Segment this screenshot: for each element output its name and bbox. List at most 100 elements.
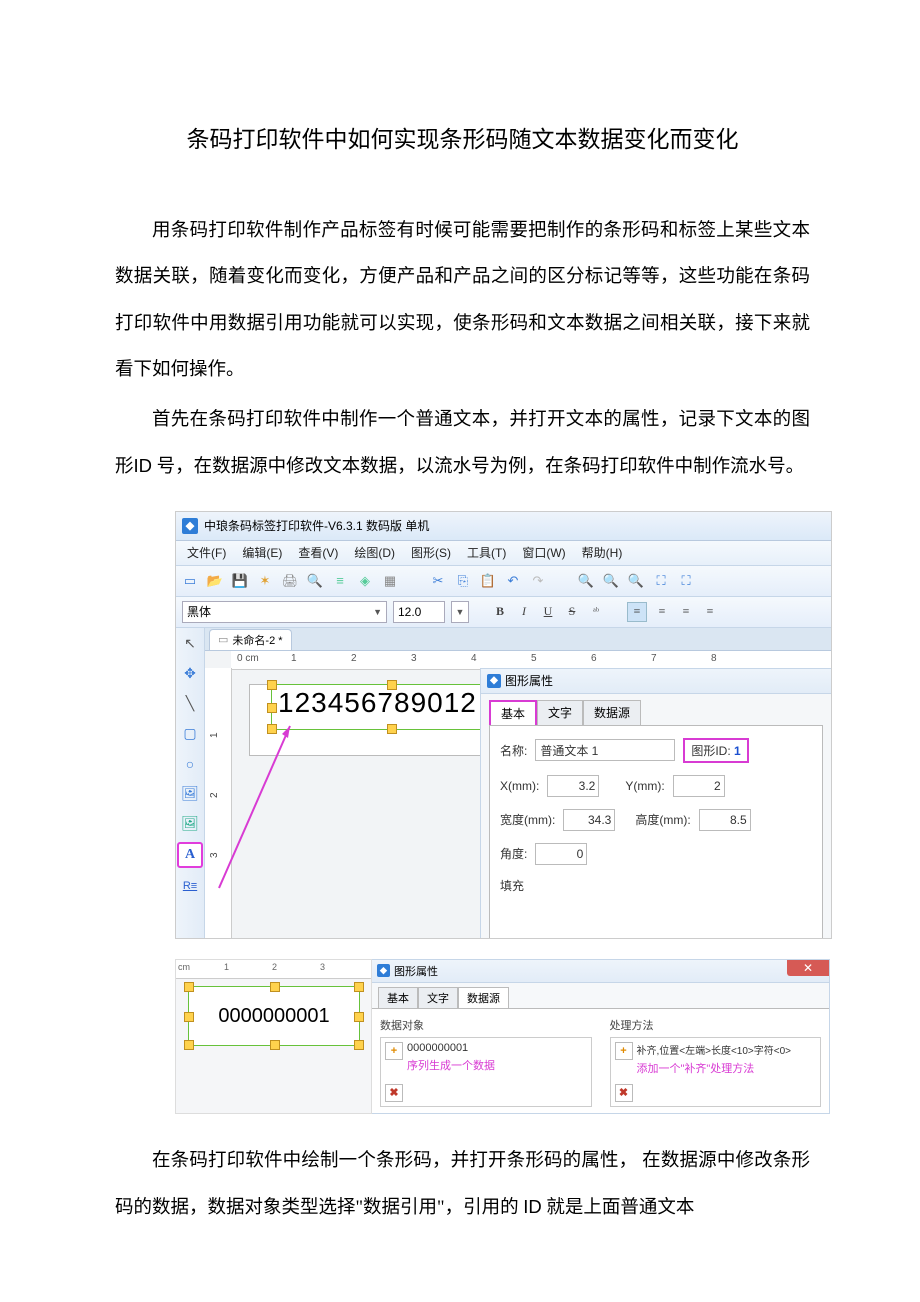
menu-file[interactable]: 文件(F): [180, 542, 233, 563]
align-right-icon[interactable]: ≡: [677, 603, 695, 621]
id-label: 图形ID:: [691, 744, 730, 758]
zoom3-icon[interactable]: 🔍: [628, 573, 644, 589]
tab-datasource[interactable]: 数据源: [583, 700, 641, 725]
data-value: 0000000001: [407, 1042, 587, 1054]
print-icon[interactable]: 🖨: [282, 573, 298, 589]
panel2-titlebar: ◆ 图形属性: [372, 960, 829, 983]
preview-icon[interactable]: 🔍: [307, 573, 323, 589]
window-title: 中琅条码标签打印软件-V6.3.1 数码版 单机: [204, 517, 429, 534]
zoom2-icon[interactable]: 🔍: [603, 573, 619, 589]
paragraph-2: 首先在条码打印软件中制作一个普通文本，并打开文本的属性，记录下文本的图形ID 号…: [115, 397, 810, 491]
add-data-button[interactable]: +: [385, 1042, 403, 1060]
x-input[interactable]: 3.2: [547, 775, 599, 797]
name-input[interactable]: 普通文本 1: [535, 739, 675, 761]
resize-handle[interactable]: [267, 680, 277, 690]
menu-window[interactable]: 窗口(W): [515, 542, 572, 563]
resize-handle[interactable]: [270, 1040, 280, 1050]
italic-icon[interactable]: I: [515, 603, 533, 621]
screenshot-app-window: ◆ 中琅条码标签打印软件-V6.3.1 数码版 单机 文件(F) 编辑(E) 查…: [175, 511, 832, 939]
resize-handle[interactable]: [387, 680, 397, 690]
ruler-2: 2: [351, 653, 357, 664]
cut-icon[interactable]: ✂: [430, 573, 446, 589]
close-button[interactable]: ✕: [787, 960, 829, 976]
selected-text-object[interactable]: 123456789012: [271, 684, 511, 730]
hand-tool-icon[interactable]: ✥: [178, 662, 202, 686]
p3-part-a: 在条码打印软件中绘制一个条形码，并打开条形码的属性， 在数据源中修改条形码的数据…: [115, 1151, 810, 1218]
resize-handle[interactable]: [354, 1040, 364, 1050]
paragraph-1: 用条码打印软件制作产品标签有时候可能需要把制作的条形码和标签上某些文本数据关联，…: [115, 208, 810, 393]
resize-handle[interactable]: [387, 724, 397, 734]
tab-text[interactable]: 文字: [537, 700, 583, 725]
new-icon[interactable]: ▭: [182, 573, 198, 589]
bold-icon[interactable]: B: [491, 603, 509, 621]
menu-edit[interactable]: 编辑(E): [235, 542, 289, 563]
tab2-datasource[interactable]: 数据源: [458, 987, 509, 1008]
menu-tools[interactable]: 工具(T): [460, 542, 513, 563]
menu-view[interactable]: 查看(V): [291, 542, 345, 563]
tab-basic[interactable]: 基本: [489, 700, 537, 725]
paragraph-3: 在条码打印软件中绘制一个条形码，并打开条形码的属性， 在数据源中修改条形码的数据…: [115, 1138, 810, 1232]
selected-text-2[interactable]: 0000000001: [188, 986, 360, 1046]
resize-handle[interactable]: [184, 1040, 194, 1050]
resize-handle[interactable]: [354, 982, 364, 992]
resize-handle[interactable]: [267, 724, 277, 734]
delete-process-button[interactable]: ✖: [615, 1084, 633, 1102]
abc-icon[interactable]: ᵃᵇ: [587, 603, 605, 621]
y-input[interactable]: 2: [673, 775, 725, 797]
resize-handle[interactable]: [354, 1012, 364, 1022]
delete-data-button[interactable]: ✖: [385, 1084, 403, 1102]
roundrect-tool-icon[interactable]: ▢: [178, 722, 202, 746]
open-icon[interactable]: 📂: [207, 573, 223, 589]
align-left-icon[interactable]: ≡: [627, 602, 647, 622]
width-input[interactable]: 34.3: [563, 809, 615, 831]
fit2-icon[interactable]: ⛶: [678, 573, 694, 589]
tab2-text[interactable]: 文字: [418, 987, 458, 1008]
text-tool-icon[interactable]: A: [177, 842, 203, 868]
properties-panel: ◆ 图形属性 基本 文字 数据源 名称: 普通文本 1 图形ID:: [480, 668, 831, 938]
gear-icon[interactable]: ✶: [257, 573, 273, 589]
resize-handle[interactable]: [184, 982, 194, 992]
pointer-tool-icon[interactable]: ↖: [178, 632, 202, 656]
resize-handle[interactable]: [267, 703, 277, 713]
document-tab[interactable]: ▭ 未命名-2 *: [209, 629, 292, 650]
height-input[interactable]: 8.5: [699, 809, 751, 831]
resize-handle[interactable]: [184, 1012, 194, 1022]
resize-handle[interactable]: [270, 982, 280, 992]
size-dropdown[interactable]: ▼: [451, 601, 469, 623]
tab2-basic[interactable]: 基本: [378, 987, 418, 1008]
height-label: 高度(mm):: [635, 811, 690, 828]
add-process-button[interactable]: +: [615, 1042, 633, 1060]
layers-icon[interactable]: ◈: [357, 573, 373, 589]
richtext-tool-icon[interactable]: R≡: [178, 874, 202, 898]
fit1-icon[interactable]: ⛶: [653, 573, 669, 589]
ruler-6: 6: [591, 653, 597, 664]
zoom1-icon[interactable]: 🔍: [578, 573, 594, 589]
image-tool-icon[interactable]: 🖼: [178, 782, 202, 806]
paste-icon[interactable]: 📋: [480, 573, 496, 589]
menu-shape[interactable]: 图形(S): [404, 542, 458, 563]
copy-icon[interactable]: ⎘: [455, 573, 471, 589]
image2-tool-icon[interactable]: 🖼: [178, 812, 202, 836]
align-justify-icon[interactable]: ≡: [701, 603, 719, 621]
r2-1: 1: [224, 962, 229, 972]
app-icon: ◆: [182, 518, 198, 534]
align-center-icon[interactable]: ≡: [653, 603, 671, 621]
menu-help[interactable]: 帮助(H): [575, 542, 630, 563]
grid-icon[interactable]: ▦: [382, 573, 398, 589]
menu-draw[interactable]: 绘图(D): [347, 542, 402, 563]
undo-icon[interactable]: ↶: [505, 573, 521, 589]
r2-cm: cm: [178, 962, 190, 972]
angle-input[interactable]: 0: [535, 843, 587, 865]
font-selector[interactable]: 黑体 ▼: [182, 601, 387, 623]
strike-icon[interactable]: S: [563, 603, 581, 621]
underline-icon[interactable]: U: [539, 603, 557, 621]
ellipse-tool-icon[interactable]: ○: [178, 752, 202, 776]
redo-icon[interactable]: ↷: [530, 573, 546, 589]
properties-title-text: 图形属性: [505, 672, 553, 689]
font-size-input[interactable]: 12.0: [393, 601, 445, 623]
y-label: Y(mm):: [625, 779, 664, 793]
db-icon[interactable]: ≡: [332, 573, 348, 589]
r2-3: 3: [320, 962, 325, 972]
line-tool-icon[interactable]: ╲: [178, 692, 202, 716]
save-icon[interactable]: 💾: [232, 573, 248, 589]
